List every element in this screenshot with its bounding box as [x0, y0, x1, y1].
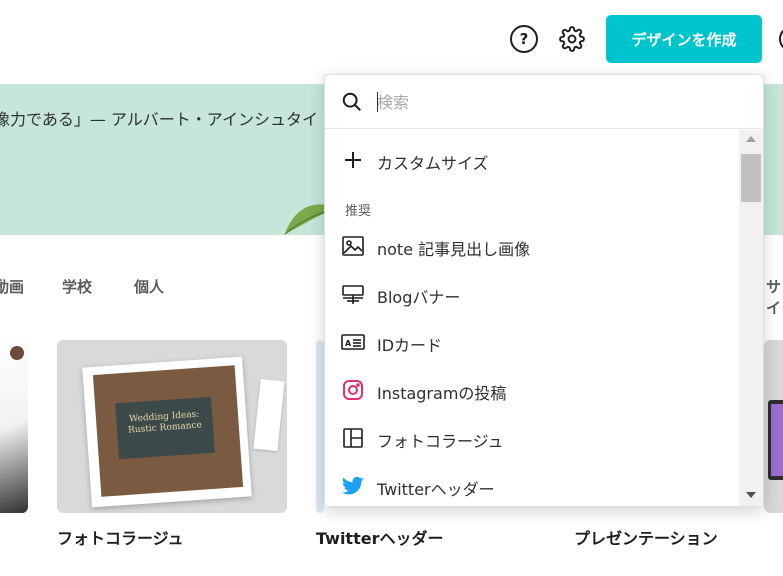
create-design-dropdown: カスタムサイズ 推奨 note 記事見出し画像 Blogバナー A IDカー	[324, 74, 764, 507]
scroll-thumb[interactable]	[741, 154, 761, 202]
banner-quote: 像力である」— アルバート・アインシュタイ	[0, 110, 318, 129]
custom-size-label: カスタムサイズ	[377, 154, 489, 173]
list-item-blog-banner[interactable]: Blogバナー	[325, 272, 739, 316]
list-item-instagram-post[interactable]: Instagramの投稿	[325, 368, 739, 412]
section-recommended-label: 推奨	[345, 204, 372, 219]
card-thumb-partial-left[interactable]	[0, 340, 28, 513]
thumb-title: Wedding Ideas: Rustic Romance	[115, 396, 215, 460]
category-video[interactable]: 動画	[0, 276, 24, 297]
list-item-label: Twitterヘッダー	[377, 480, 495, 499]
card-label-photo-collage[interactable]: フォトコラージュ	[57, 525, 184, 549]
custom-size-item[interactable]: カスタムサイズ	[325, 138, 739, 182]
card-label-twitter-header[interactable]: Twitterヘッダー	[316, 525, 443, 549]
avatar[interactable]	[779, 26, 783, 52]
text-caret	[377, 92, 378, 112]
list-item-id-card[interactable]: A IDカード	[325, 320, 739, 364]
card-label-presentation[interactable]: プレゼンテーション	[574, 525, 718, 549]
card-thumb-photo-collage[interactable]: Wedding Ideas: Rustic Romance	[57, 340, 287, 513]
twitter-icon	[341, 474, 365, 498]
banner-icon	[341, 282, 365, 306]
scroll-up-arrow-icon[interactable]	[746, 136, 756, 142]
collage-icon	[341, 426, 365, 450]
category-personal[interactable]: 個人	[134, 276, 164, 297]
list-item-label: IDカード	[377, 336, 443, 355]
category-site[interactable]: サイ	[766, 276, 783, 318]
id-card-icon: A	[341, 330, 365, 354]
list-item-photo-collage[interactable]: フォトコラージュ	[325, 416, 739, 460]
scroll-down-arrow-icon[interactable]	[746, 492, 756, 498]
page: ? デザインを作成 像力である」— アルバート・アインシュタイ 動画 学校 個人…	[0, 0, 783, 576]
search-icon	[342, 92, 361, 111]
card-thumb-twitter-header[interactable]	[316, 340, 324, 513]
list-item-label: note 記事見出し画像	[377, 240, 531, 259]
dropdown-scrollbar[interactable]	[739, 130, 763, 506]
category-school[interactable]: 学校	[62, 276, 92, 297]
create-design-button[interactable]: デザインを作成	[606, 15, 762, 63]
svg-text:A: A	[345, 339, 352, 348]
card-thumb-presentation[interactable]	[764, 340, 783, 513]
search-row	[325, 75, 763, 129]
instagram-icon	[341, 378, 365, 402]
list-item-note-header[interactable]: note 記事見出し画像	[325, 224, 739, 268]
image-icon	[341, 234, 365, 258]
top-header: ? デザインを作成	[0, 0, 783, 84]
list-item-label: Instagramの投稿	[377, 384, 507, 403]
search-input[interactable]	[377, 89, 747, 115]
list-item-label: Blogバナー	[377, 288, 461, 307]
list-item-label: フォトコラージュ	[377, 432, 504, 451]
list-item-twitter-header[interactable]: Twitterヘッダー	[325, 464, 739, 506]
help-icon[interactable]: ?	[510, 25, 538, 53]
plus-icon	[341, 148, 365, 172]
settings-gear-icon[interactable]	[558, 25, 586, 53]
